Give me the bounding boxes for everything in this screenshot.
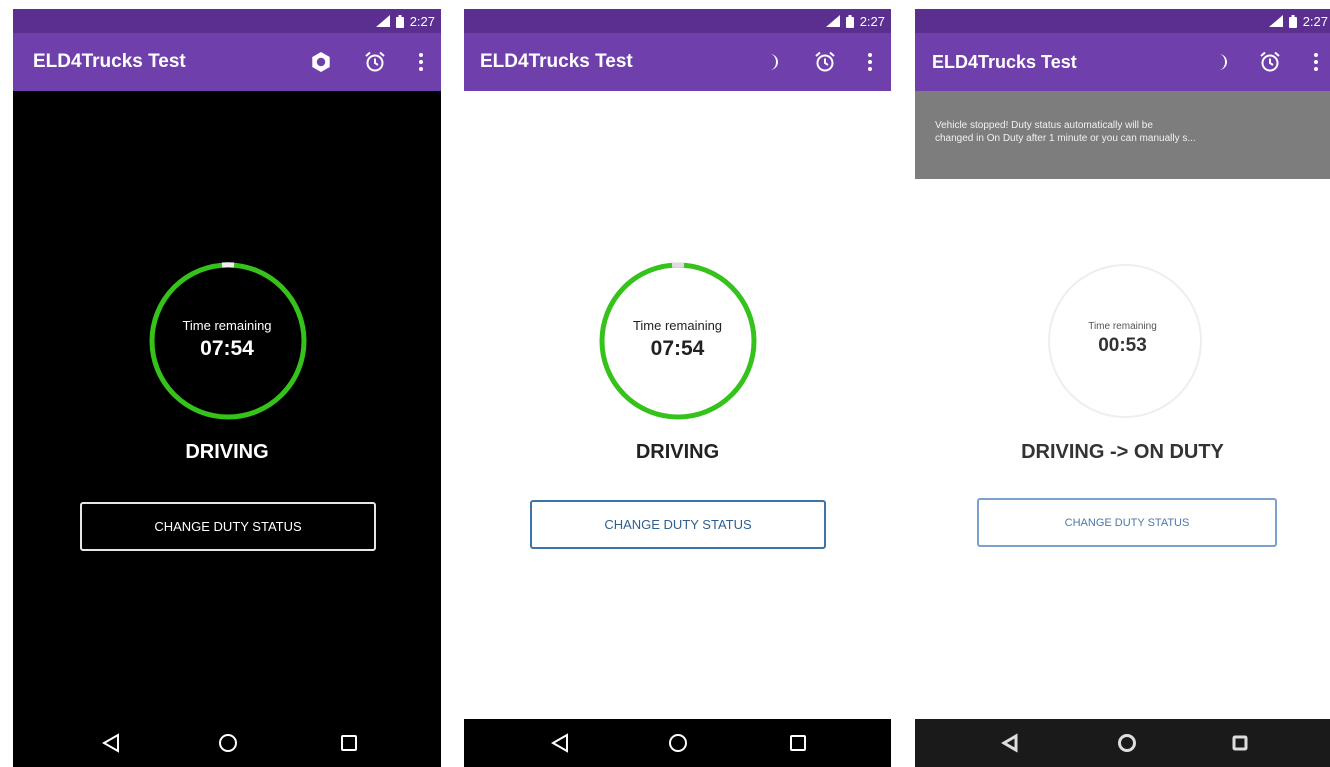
signal-icon xyxy=(375,15,390,27)
duty-status-text: DRIVING xyxy=(635,441,720,463)
home-circle-icon[interactable] xyxy=(216,731,240,755)
change-duty-status-button[interactable]: CHANGE DUTY STATUS xyxy=(977,498,1277,547)
battery-icon xyxy=(1288,14,1297,28)
app-title: ELD4Trucks Test xyxy=(932,52,1077,72)
app-title: ELD4Trucks Test xyxy=(480,51,633,72)
status-bar: 2:27 xyxy=(464,9,891,33)
duty-status-text: DRIVING xyxy=(185,441,269,463)
recents-square-icon[interactable] xyxy=(1228,731,1252,755)
navigation-bar xyxy=(915,719,1330,767)
time-remaining-value: 07:54 xyxy=(650,337,705,360)
duty-status-text: DRIVING -> ON DUTY xyxy=(1021,441,1224,463)
brightness-icon[interactable] xyxy=(309,50,333,74)
time-remaining-label: Time remaining xyxy=(182,318,272,333)
battery-icon xyxy=(845,14,854,28)
app-bar: ELD4Trucks Test xyxy=(915,33,1330,91)
clock-time: 2:27 xyxy=(1302,13,1328,29)
navigation-bar xyxy=(464,719,891,767)
more-vert-icon[interactable] xyxy=(409,50,433,74)
signal-icon xyxy=(825,15,840,27)
app-title: ELD4Trucks Test xyxy=(33,51,186,72)
snackbar-message-line-1: Vehicle stopped! Duty status automatical… xyxy=(935,120,1153,131)
main-content: Vehicle stopped! Duty status automatical… xyxy=(915,91,1330,719)
status-bar: 2:27 xyxy=(915,9,1330,33)
back-triangle-icon[interactable] xyxy=(998,731,1022,755)
alarm-icon[interactable] xyxy=(1258,50,1282,74)
recents-square-icon[interactable] xyxy=(786,731,810,755)
main-content: Time remaining 07:54 DRIVING CHANGE DUTY… xyxy=(13,91,441,719)
app-bar: ELD4Trucks Test xyxy=(13,33,441,91)
clock-time: 2:27 xyxy=(859,13,885,29)
battery-icon xyxy=(395,14,404,28)
back-triangle-icon[interactable] xyxy=(548,731,572,755)
snackbar-message-line-2: changed in On Duty after 1 minute or you… xyxy=(935,133,1196,144)
navigation-bar xyxy=(13,719,441,767)
time-remaining-value: 00:53 xyxy=(1098,335,1147,356)
app-bar: ELD4Trucks Test xyxy=(464,33,891,91)
alarm-icon[interactable] xyxy=(363,50,387,74)
status-bar: 2:27 xyxy=(13,9,441,33)
clock-time: 2:27 xyxy=(409,13,435,29)
moon-icon[interactable] xyxy=(1209,50,1233,74)
signal-icon xyxy=(1268,15,1283,27)
alarm-icon[interactable] xyxy=(813,50,837,74)
vehicle-stopped-snackbar: Vehicle stopped! Duty status automatical… xyxy=(915,91,1330,179)
phone-screen-dark: 2:27 ELD4Trucks Test Time remaining 07:5… xyxy=(13,9,441,767)
phone-screen-light: 2:27 ELD4Trucks Test Time remaining 07:5… xyxy=(464,9,891,767)
phone-screen-snackbar: 2:27 ELD4Trucks Test Vehicle stopped! Du… xyxy=(915,9,1330,767)
change-duty-status-button[interactable]: CHANGE DUTY STATUS xyxy=(80,502,376,551)
more-vert-icon[interactable] xyxy=(1304,50,1328,74)
change-duty-status-button[interactable]: CHANGE DUTY STATUS xyxy=(530,500,826,549)
more-vert-icon[interactable] xyxy=(858,50,882,74)
moon-icon[interactable] xyxy=(760,50,784,74)
time-remaining-label: Time remaining xyxy=(632,318,723,333)
main-content: Time remaining 07:54 DRIVING CHANGE DUTY… xyxy=(464,91,891,719)
home-circle-icon[interactable] xyxy=(666,731,690,755)
recents-square-icon[interactable] xyxy=(337,731,361,755)
back-triangle-icon[interactable] xyxy=(99,731,123,755)
time-remaining-label: Time remaining xyxy=(1088,321,1157,332)
time-remaining-value: 07:54 xyxy=(200,337,254,360)
home-circle-icon[interactable] xyxy=(1115,731,1139,755)
